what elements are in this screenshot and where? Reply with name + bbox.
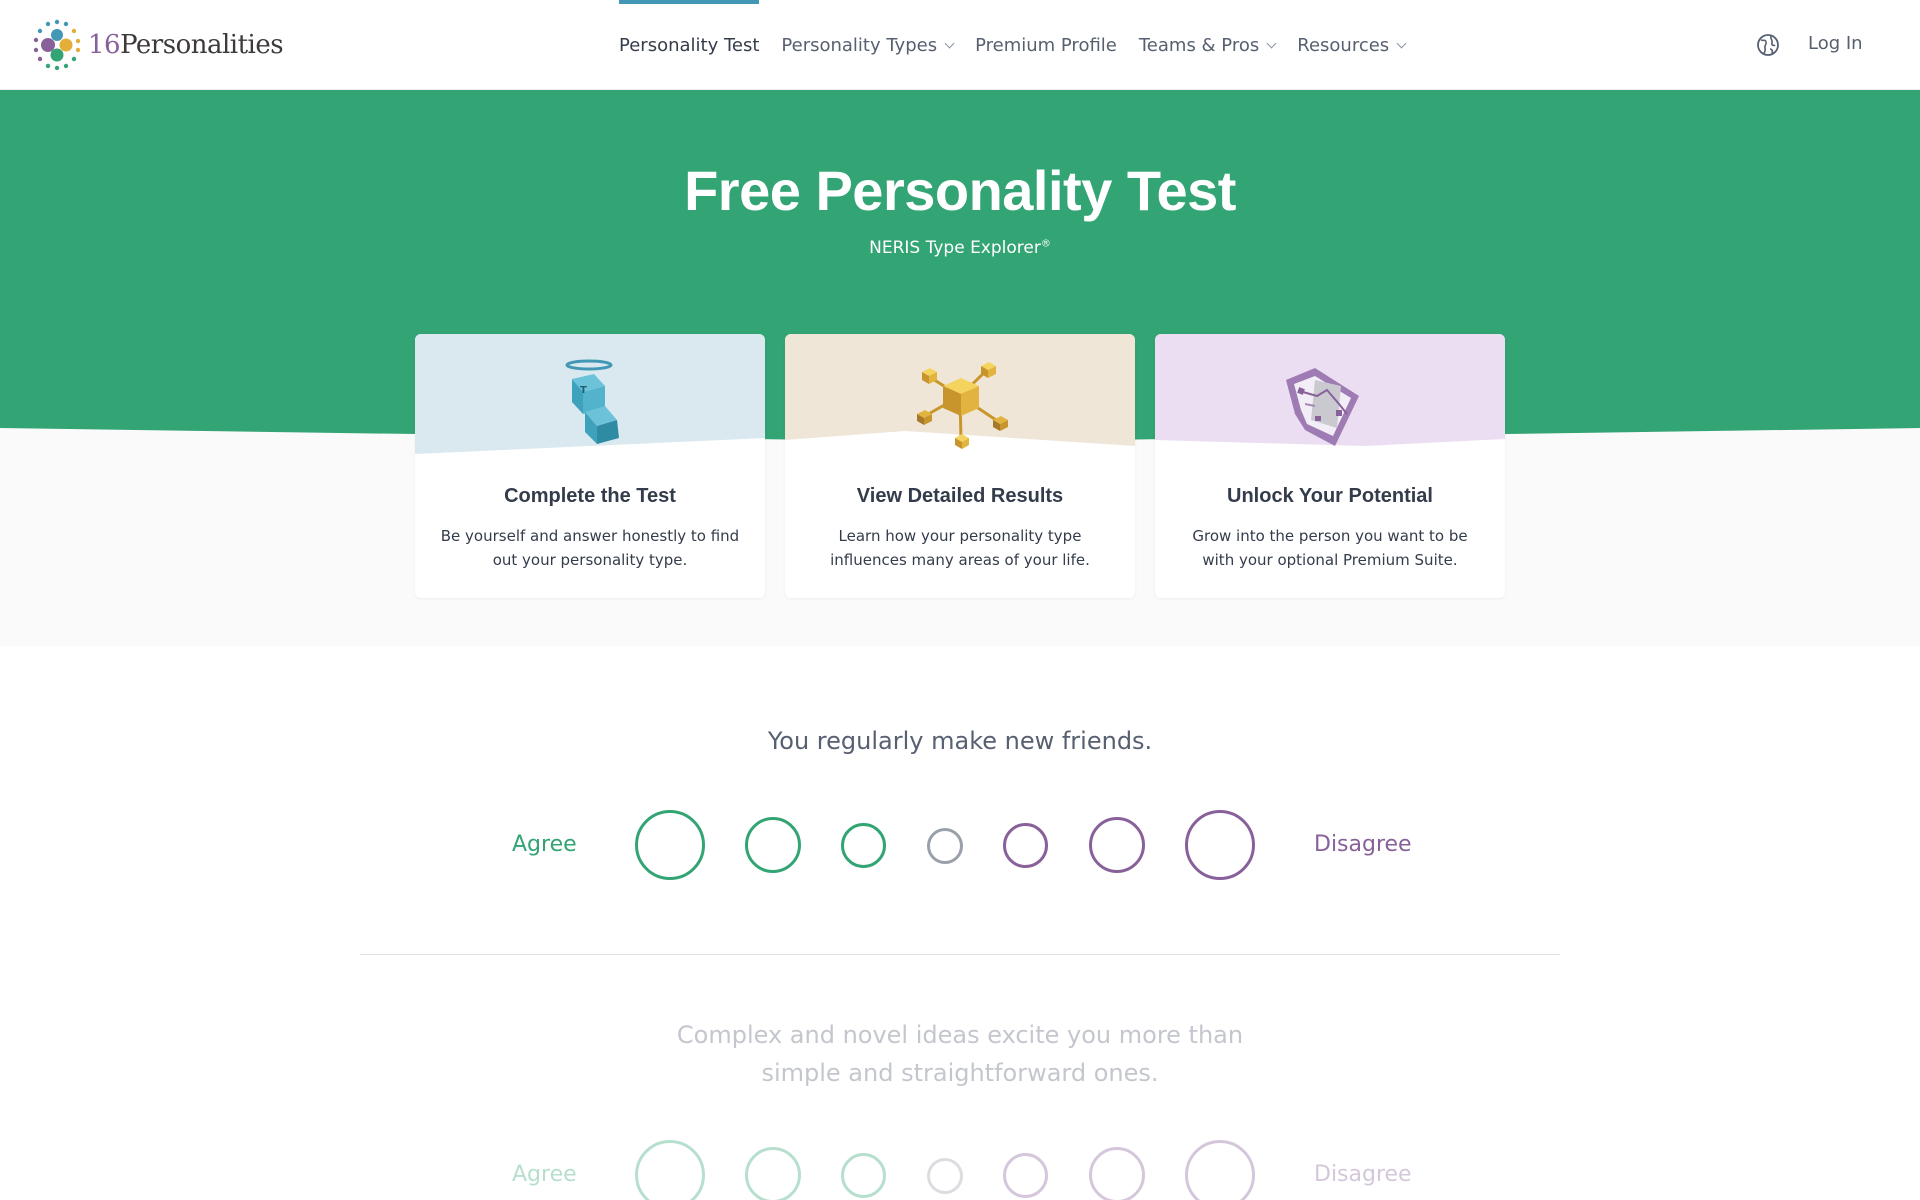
nav-personality-test[interactable]: Personality Test (608, 0, 770, 90)
question-2-scale: Agree Disagree (0, 1135, 1920, 1200)
site-header: 16Personalities Personality Test Persona… (0, 0, 1920, 90)
chevron-down-icon (1266, 38, 1277, 48)
card-title: View Detailed Results (856, 485, 1064, 507)
login-link[interactable]: Log In (1808, 33, 1863, 54)
main-nav: Personality Test Personality Types Premi… (608, 0, 1416, 90)
nav-teams-pros-label: Teams & Pros (1138, 34, 1260, 56)
nav-resources-label: Resources (1297, 34, 1390, 56)
registered-mark: ® (1040, 238, 1051, 250)
page-subtitle: NERIS Type Explorer® (0, 238, 1920, 258)
answer-disagree[interactable] (1089, 1147, 1145, 1200)
step-card-detailed-results: View Detailed Results Learn how your per… (785, 334, 1135, 598)
question-divider (360, 954, 1560, 955)
card-title: Unlock Your Potential (1227, 485, 1433, 507)
potential-map-icon (1155, 334, 1505, 454)
logo-wordmark: 16Personalities (88, 30, 284, 60)
nav-premium-profile[interactable]: Premium Profile (964, 0, 1128, 90)
nav-premium-profile-label: Premium Profile (975, 34, 1117, 56)
subtitle-text: NERIS Type Explorer (869, 238, 1041, 258)
answer-agree[interactable] (745, 817, 801, 873)
site-logo[interactable]: 16Personalities (30, 16, 300, 74)
disagree-label: Disagree (1314, 832, 1412, 857)
page-title: Free Personality Test (684, 159, 1236, 222)
agree-label: Agree (512, 832, 577, 857)
nav-personality-test-label: Personality Test (619, 34, 760, 56)
nav-personality-types-label: Personality Types (781, 34, 938, 56)
step-card-complete-test: T Complete the Test Be yourself and answ… (415, 334, 765, 598)
card-text: Be yourself and answer honestly to find … (440, 527, 740, 569)
disagree-label: Disagree (1314, 1162, 1412, 1187)
answer-slightly-agree[interactable] (841, 1153, 886, 1198)
step-card-unlock-potential: Unlock Your Potential Grow into the pers… (1155, 334, 1505, 598)
chevron-down-icon (1396, 38, 1407, 48)
agree-label: Agree (512, 1162, 577, 1187)
answer-neutral[interactable] (927, 1158, 963, 1194)
answer-strongly-disagree[interactable] (1185, 1140, 1255, 1200)
answer-neutral[interactable] (927, 828, 963, 864)
logo-dots-icon (33, 19, 81, 71)
logo-number: 16 (88, 30, 121, 60)
question-1-text: You regularly make new friends. (767, 727, 1153, 755)
results-cubes-icon (785, 334, 1135, 454)
card-text: Learn how your personality type influenc… (830, 527, 1090, 569)
card-title: Complete the Test (504, 485, 676, 507)
answer-slightly-agree[interactable] (841, 823, 886, 868)
answer-agree[interactable] (745, 1147, 801, 1200)
globe-icon[interactable] (1756, 33, 1780, 57)
question-2-text: Complex and novel ideas excite you more … (676, 1021, 1244, 1087)
answer-strongly-disagree[interactable] (1185, 810, 1255, 880)
answer-strongly-agree[interactable] (635, 810, 705, 880)
nav-personality-types[interactable]: Personality Types (770, 0, 964, 90)
logo-name: Personalities (120, 30, 284, 60)
hero-section: Free Personality Test NERIS Type Explore… (0, 90, 1920, 646)
chevron-down-icon (944, 38, 955, 48)
question-1-scale: Agree Disagree (0, 805, 1920, 885)
answer-disagree[interactable] (1089, 817, 1145, 873)
svg-text:T: T (580, 385, 587, 396)
card-text: Grow into the person you want to be with… (1192, 527, 1468, 569)
nav-resources[interactable]: Resources (1286, 0, 1416, 90)
steps-cards: T Complete the Test Be yourself and answ… (415, 334, 1505, 598)
answer-slightly-disagree[interactable] (1003, 1153, 1048, 1198)
answer-strongly-agree[interactable] (635, 1140, 705, 1200)
answer-slightly-disagree[interactable] (1003, 823, 1048, 868)
test-cube-icon: T (415, 334, 765, 454)
nav-teams-pros[interactable]: Teams & Pros (1128, 0, 1286, 90)
